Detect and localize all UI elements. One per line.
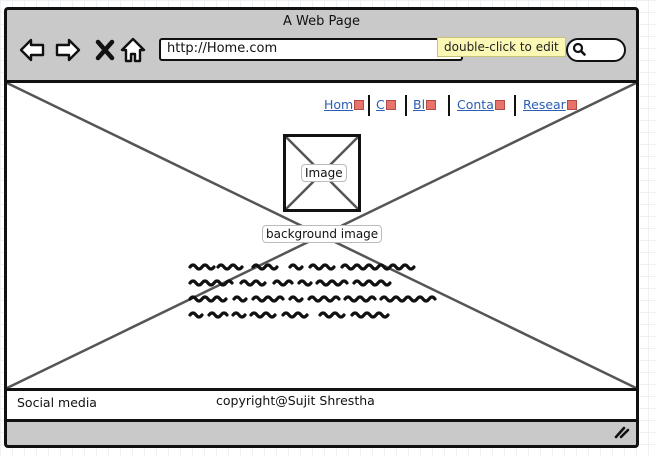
- external-link-icon: [494, 100, 505, 110]
- search-input[interactable]: [566, 38, 626, 62]
- content-area: Hom C Bl Conta Resear Image background i…: [4, 80, 639, 391]
- nav-link-contact[interactable]: Conta: [457, 97, 505, 112]
- status-bar: [4, 419, 639, 448]
- background-image-label: background image: [262, 225, 383, 243]
- nav-separator: [448, 95, 450, 116]
- external-link-icon: [566, 100, 577, 110]
- image-label: Image: [301, 164, 347, 182]
- nav-separator: [405, 95, 407, 116]
- window-title: A Web Page: [283, 14, 360, 29]
- footer: Social media copyright@Sujit Shrestha: [4, 388, 639, 419]
- browser-toolbar: A Web Page http://Home.com double-click …: [4, 7, 639, 83]
- scribble-text-block: [188, 263, 437, 319]
- back-arrow-icon[interactable]: [18, 36, 46, 64]
- nav-link-blog[interactable]: Bl: [413, 97, 437, 112]
- search-icon: [572, 42, 586, 56]
- url-input[interactable]: http://Home.com: [159, 38, 463, 61]
- resize-grip-icon[interactable]: [614, 425, 630, 439]
- edit-tooltip: double-click to edit: [437, 37, 566, 57]
- footer-social-media: Social media: [17, 395, 97, 410]
- external-link-icon: [426, 100, 437, 110]
- nav-link-c[interactable]: C: [376, 97, 396, 112]
- close-x-icon[interactable]: [91, 36, 119, 64]
- external-link-icon: [354, 100, 365, 110]
- footer-copyright: copyright@Sujit Shrestha: [216, 393, 375, 408]
- forward-arrow-icon[interactable]: [54, 36, 82, 64]
- nav-separator: [368, 95, 370, 116]
- nav-separator: [514, 95, 516, 116]
- external-link-icon: [385, 100, 396, 110]
- nav-link-home[interactable]: Hom: [324, 97, 365, 112]
- image-placeholder: Image: [283, 134, 361, 212]
- nav-link-research[interactable]: Resear: [523, 97, 577, 112]
- url-text: http://Home.com: [167, 41, 278, 56]
- home-icon[interactable]: [119, 36, 147, 64]
